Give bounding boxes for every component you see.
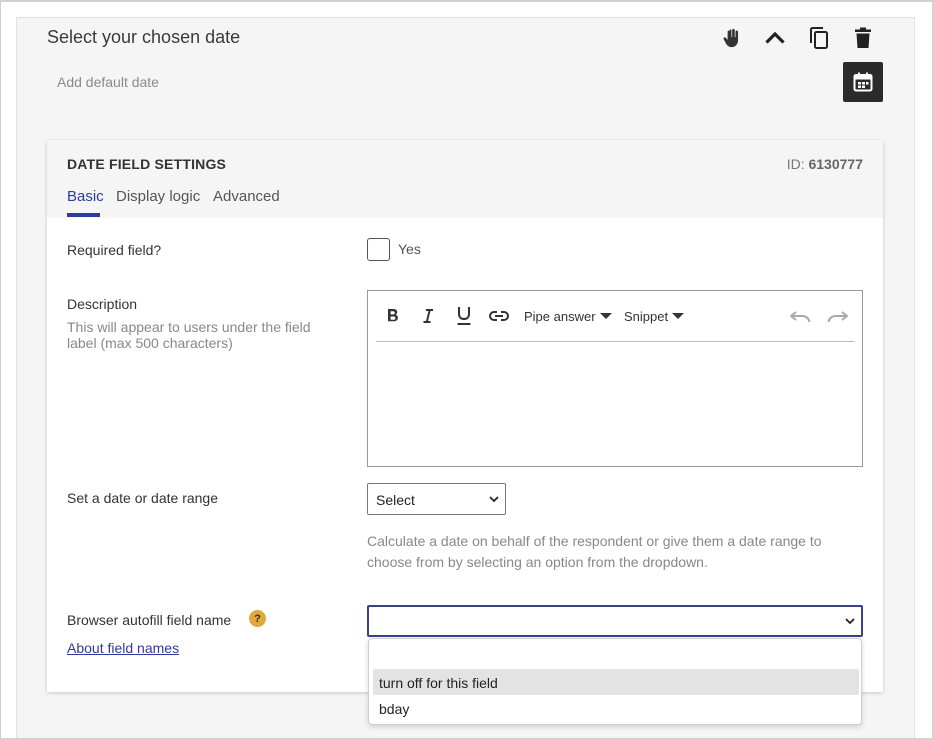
active-tab-indicator xyxy=(67,213,100,217)
undo-icon xyxy=(790,311,811,322)
help-icon[interactable]: ? xyxy=(249,610,266,627)
underline-icon xyxy=(457,307,471,325)
autofill-select[interactable] xyxy=(367,605,863,637)
settings-panel: DATE FIELD SETTINGS ID: 6130777 Basic Di… xyxy=(47,140,883,692)
date-range-selected: Select xyxy=(376,492,415,508)
snippet-dropdown[interactable]: Snippet xyxy=(624,305,685,327)
tab-display-logic[interactable]: Display logic xyxy=(116,188,200,205)
date-range-select[interactable]: Select xyxy=(367,483,506,515)
required-yes-label[interactable]: Yes xyxy=(398,241,421,257)
redo-icon xyxy=(827,311,848,322)
about-field-names-link[interactable]: About field names xyxy=(67,640,179,656)
pipe-answer-dropdown[interactable]: Pipe answer xyxy=(524,305,612,327)
chevron-down-icon xyxy=(489,496,499,503)
snippet-label: Snippet xyxy=(624,308,669,324)
date-range-help: Calculate a date on behalf of the respon… xyxy=(367,533,822,570)
italic-icon xyxy=(423,309,433,323)
caret-down-icon xyxy=(599,313,612,319)
settings-header: DATE FIELD SETTINGS ID: 6130777 Basic Di… xyxy=(47,140,883,218)
drag-hand-icon[interactable] xyxy=(720,26,744,50)
chevron-up-icon[interactable] xyxy=(763,26,787,50)
autofill-label: Browser autofill field name xyxy=(67,612,232,628)
dropdown-option-bday[interactable]: bday xyxy=(373,695,859,721)
calendar-icon xyxy=(853,72,873,92)
toolbar-divider xyxy=(376,341,854,342)
dropdown-option-turn-off[interactable]: turn off for this field xyxy=(373,669,859,695)
redo-button[interactable] xyxy=(826,305,848,327)
underline-button[interactable] xyxy=(456,305,472,327)
chevron-down-icon xyxy=(845,618,855,625)
required-checkbox[interactable] xyxy=(367,238,390,261)
link-button[interactable] xyxy=(488,305,510,327)
field-id: ID: 6130777 xyxy=(787,156,863,172)
bold-icon xyxy=(388,309,398,322)
field-title: Select your chosen date xyxy=(47,27,241,47)
date-range-label: Set a date or date range xyxy=(67,490,218,506)
tab-basic[interactable]: Basic xyxy=(67,188,104,205)
link-icon xyxy=(489,311,509,321)
settings-title: DATE FIELD SETTINGS xyxy=(67,156,227,172)
copy-icon[interactable] xyxy=(807,26,831,50)
dropdown-option-empty[interactable] xyxy=(373,643,859,669)
tab-advanced[interactable]: Advanced xyxy=(213,188,280,205)
description-editor[interactable]: Pipe answer Snippet xyxy=(367,290,863,467)
pipe-answer-label: Pipe answer xyxy=(524,308,596,324)
italic-button[interactable] xyxy=(421,305,435,327)
autofill-dropdown-list: turn off for this field bday xyxy=(368,638,862,725)
trash-icon[interactable] xyxy=(851,26,875,50)
calendar-button[interactable] xyxy=(843,62,883,102)
required-label: Required field? xyxy=(67,242,162,258)
description-label: Description xyxy=(67,296,138,312)
caret-down-icon xyxy=(672,313,685,319)
undo-button[interactable] xyxy=(790,305,812,327)
field-id-value: 6130777 xyxy=(808,156,863,172)
bold-button[interactable] xyxy=(386,305,400,327)
field-id-prefix: ID: xyxy=(786,156,805,172)
default-date-label[interactable]: Add default date xyxy=(57,74,159,90)
description-hint: This will appear to users under the fiel… xyxy=(67,319,311,351)
